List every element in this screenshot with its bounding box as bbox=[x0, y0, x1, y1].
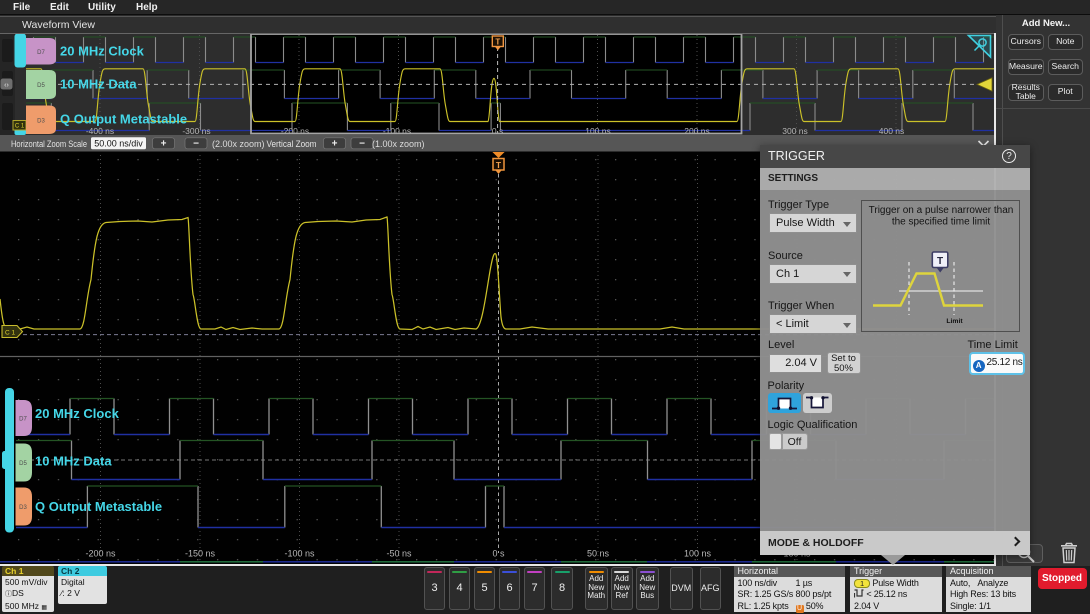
svg-text:D7: D7 bbox=[19, 417, 27, 423]
svg-text:T: T bbox=[937, 256, 943, 267]
svg-text:10 MHz Data: 10 MHz Data bbox=[60, 77, 137, 92]
svg-text:50 ns: 50 ns bbox=[587, 549, 610, 559]
svg-text:Limit: Limit bbox=[946, 318, 963, 325]
svg-text:-400 ns: -400 ns bbox=[86, 126, 114, 136]
svg-text:T: T bbox=[496, 160, 502, 170]
svg-text:D3: D3 bbox=[19, 505, 27, 511]
svg-text:100 ns: 100 ns bbox=[585, 126, 611, 136]
svg-text:C 1: C 1 bbox=[15, 124, 25, 130]
svg-text:0 s: 0 s bbox=[492, 126, 503, 136]
svg-text:Vertical Zoom: Vertical Zoom bbox=[267, 139, 317, 149]
svg-text:-100 ns: -100 ns bbox=[383, 126, 411, 136]
svg-text:50.00 ns/div: 50.00 ns/div bbox=[94, 139, 143, 149]
svg-text:T: T bbox=[495, 38, 500, 47]
svg-text:+: + bbox=[332, 139, 338, 150]
svg-text:-50 ns: -50 ns bbox=[386, 549, 412, 559]
svg-text:D7: D7 bbox=[37, 50, 45, 56]
svg-text:Q Output Metastable: Q Output Metastable bbox=[35, 499, 162, 514]
svg-text:−: − bbox=[359, 139, 365, 150]
svg-text:300 ns: 300 ns bbox=[782, 126, 808, 136]
svg-text:Trigger on a pulse narrower th: Trigger on a pulse narrower than bbox=[869, 205, 1014, 216]
svg-text:-150 ns: -150 ns bbox=[185, 549, 216, 559]
svg-text:−: − bbox=[193, 139, 199, 150]
svg-text:Q Output Metastable: Q Output Metastable bbox=[60, 112, 187, 127]
svg-text:20 MHz Clock: 20 MHz Clock bbox=[35, 406, 120, 421]
svg-text:200 ns: 200 ns bbox=[684, 126, 710, 136]
svg-text:+: + bbox=[161, 139, 167, 150]
svg-text:0 s: 0 s bbox=[492, 549, 505, 559]
svg-text:-100 ns: -100 ns bbox=[284, 549, 315, 559]
svg-text:the specified time limit: the specified time limit bbox=[892, 217, 991, 228]
svg-text:400 ns: 400 ns bbox=[879, 126, 905, 136]
svg-text:D3: D3 bbox=[37, 118, 45, 124]
svg-text:(2.00x zoom): (2.00x zoom) bbox=[212, 139, 265, 149]
svg-text:20 MHz Clock: 20 MHz Clock bbox=[60, 44, 145, 59]
svg-text:C 1: C 1 bbox=[5, 330, 16, 337]
svg-text:-200 ns: -200 ns bbox=[281, 126, 309, 136]
svg-text:D5: D5 bbox=[19, 461, 27, 467]
svg-text:10 MHz Data: 10 MHz Data bbox=[35, 454, 112, 469]
svg-text:‹›: ‹› bbox=[4, 82, 9, 89]
svg-text:100 ns: 100 ns bbox=[684, 549, 712, 559]
svg-text:(1.00x zoom): (1.00x zoom) bbox=[372, 139, 425, 149]
svg-text:D5: D5 bbox=[37, 83, 45, 89]
svg-text:Horizontal Zoom Scale: Horizontal Zoom Scale bbox=[11, 139, 87, 149]
svg-text:-200 ns: -200 ns bbox=[85, 549, 116, 559]
svg-text:-300 ns: -300 ns bbox=[182, 126, 210, 136]
